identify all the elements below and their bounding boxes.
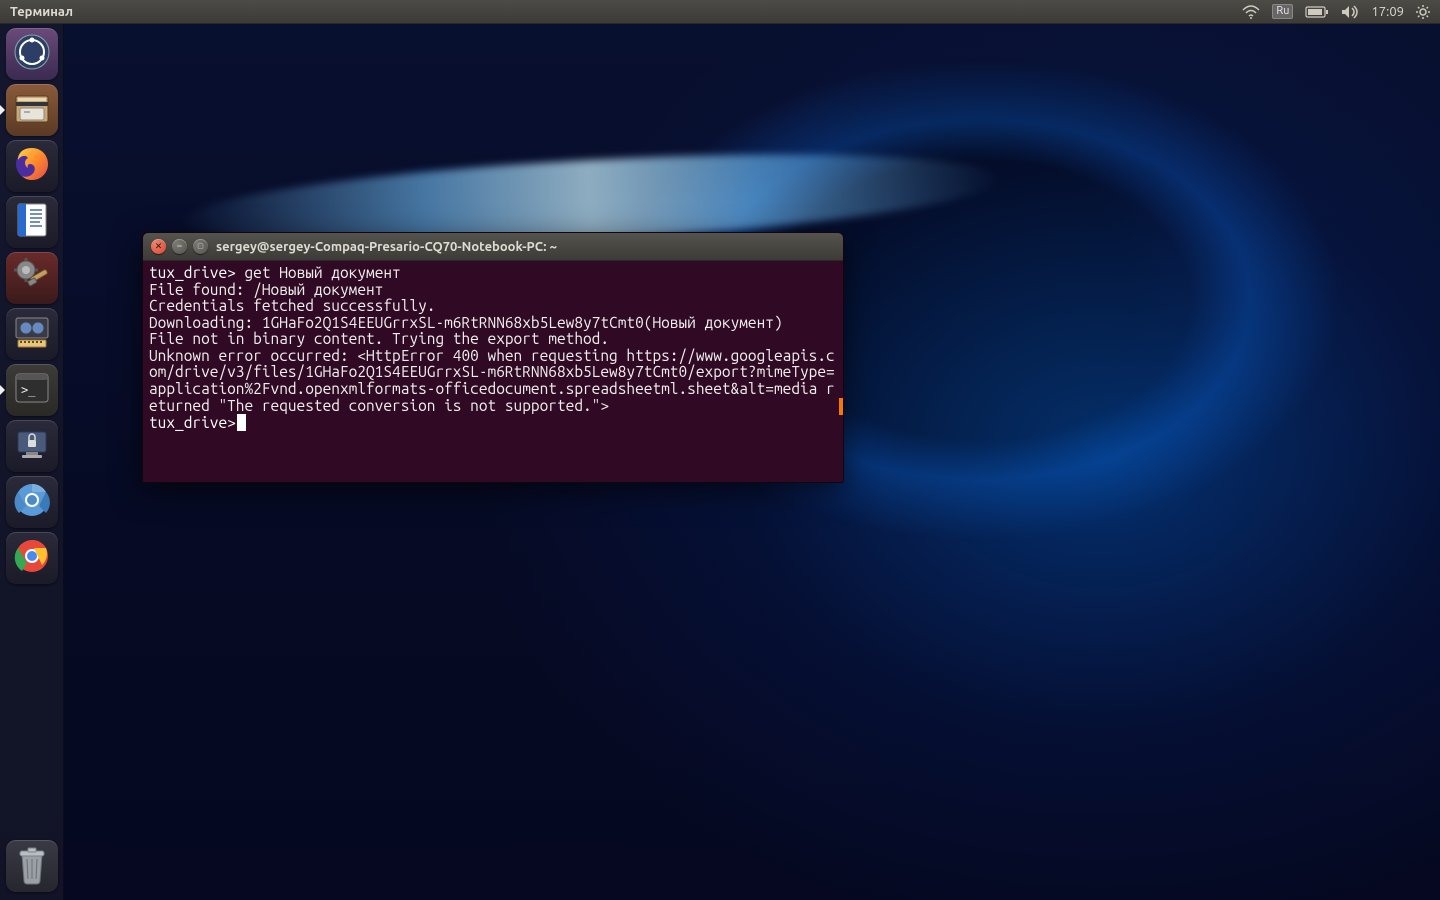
terminal-line: tux_drive> get Новый документ: [149, 265, 837, 282]
trash-icon: [16, 847, 48, 885]
terminal-window[interactable]: ✕ – ▢ sergey@sergey-Compaq-Presario-CQ70…: [142, 232, 844, 483]
terminal-line: Unknown error occurred: <HttpError 400 w…: [149, 348, 837, 414]
keyboard-layout-indicator[interactable]: Ru: [1272, 4, 1293, 19]
launcher: >_: [0, 24, 64, 900]
launcher-settings[interactable]: [6, 252, 58, 304]
chromium-icon: [12, 480, 52, 524]
clock[interactable]: 17:09: [1371, 5, 1404, 19]
window-minimize-button[interactable]: –: [172, 239, 187, 254]
system-gear-icon[interactable]: [1416, 5, 1430, 19]
launcher-dash[interactable]: [6, 28, 58, 80]
video-editor-icon: [12, 312, 52, 356]
launcher-files[interactable]: [6, 84, 58, 136]
terminal-prompt: tux_drive>: [149, 414, 236, 431]
terminal-body[interactable]: tux_drive> get Новый документFile found:…: [143, 261, 843, 482]
terminal-command: get Новый документ: [236, 264, 401, 281]
terminal-icon: >_: [12, 368, 52, 412]
terminal-line: File not in binary content. Trying the e…: [149, 331, 837, 348]
launcher-terminal[interactable]: >_: [6, 364, 58, 416]
settings-icon: [12, 256, 52, 300]
launcher-trash[interactable]: [6, 840, 58, 892]
launcher-writer[interactable]: [6, 196, 58, 248]
terminal-edge-indicator: [839, 398, 843, 415]
chrome-icon: [12, 536, 52, 580]
terminal-line: tux_drive>: [149, 414, 837, 432]
sound-icon[interactable]: [1341, 5, 1359, 19]
launcher-video-editor[interactable]: [6, 308, 58, 360]
lock-screen-icon: [12, 424, 52, 468]
terminal-title: sergey@sergey-Compaq-Presario-CQ70-Noteb…: [216, 240, 557, 254]
writer-icon: [12, 200, 52, 244]
terminal-line: File found: /Новый документ: [149, 282, 837, 299]
launcher-lock-screen[interactable]: [6, 420, 58, 472]
network-wifi-icon[interactable]: [1242, 5, 1260, 19]
svg-text:>_: >_: [21, 383, 36, 397]
firefox-icon: [12, 144, 52, 188]
active-app-title[interactable]: Терминал: [6, 5, 77, 19]
dash-icon: [12, 32, 52, 76]
window-maximize-button[interactable]: ▢: [193, 239, 208, 254]
top-panel: Терминал Ru 17:09: [0, 0, 1440, 24]
terminal-cursor: [237, 414, 246, 431]
terminal-line: Downloading: 1GHaFo2Q1S4EEUGrrxSL-m6RtRN…: [149, 315, 837, 332]
launcher-chromium[interactable]: [6, 476, 58, 528]
battery-icon[interactable]: [1305, 6, 1329, 18]
files-icon: [12, 88, 52, 132]
terminal-prompt: tux_drive>: [149, 264, 236, 281]
launcher-chrome[interactable]: [6, 532, 58, 584]
terminal-line: Credentials fetched successfully.: [149, 298, 837, 315]
window-close-button[interactable]: ✕: [151, 239, 166, 254]
terminal-titlebar[interactable]: ✕ – ▢ sergey@sergey-Compaq-Presario-CQ70…: [143, 233, 843, 261]
launcher-firefox[interactable]: [6, 140, 58, 192]
